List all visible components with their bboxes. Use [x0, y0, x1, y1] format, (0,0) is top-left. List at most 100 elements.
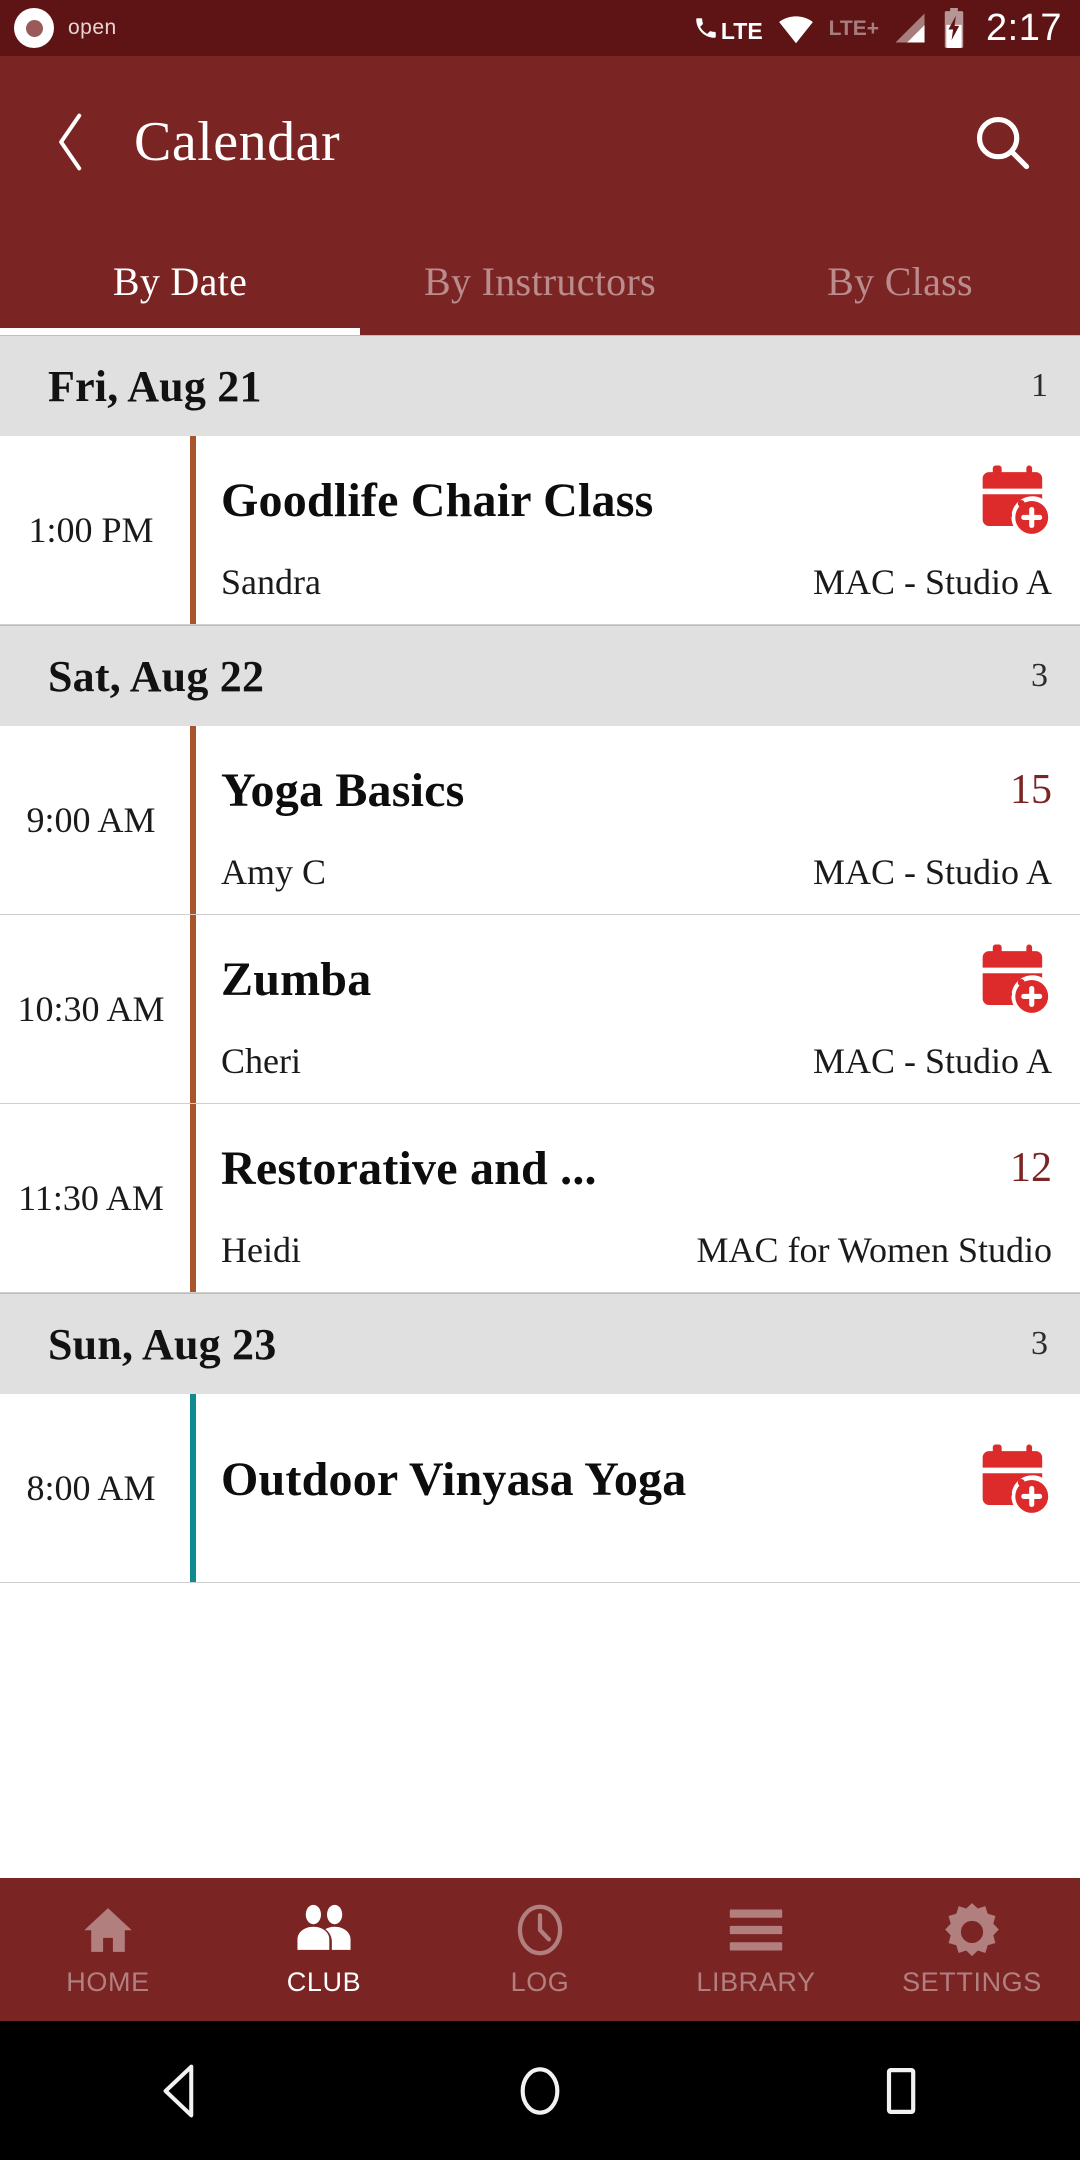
event-detail-row: Heidi MAC for Women Studio	[221, 1229, 1052, 1271]
event-time-column: 8:00 AM	[0, 1394, 190, 1582]
event-title-row: Goodlife Chair Class	[221, 457, 1052, 543]
record-circle-icon	[14, 8, 54, 48]
nav-item-settings[interactable]: SETTINGS	[864, 1878, 1080, 2021]
app-screen: open LTE LTE+ 2:17 Calendar By Date By I…	[0, 0, 1080, 2160]
event-location: MAC - Studio A	[812, 1041, 1052, 1081]
tab-by-class-label: By Class	[827, 258, 973, 304]
square-recents-icon	[886, 2067, 916, 2114]
event-time-column: 10:30 AM	[0, 915, 190, 1103]
android-navigation-bar	[0, 2021, 1080, 2160]
lte-label: LTE	[720, 18, 763, 44]
clock-icon	[513, 1901, 567, 1959]
gear-icon	[943, 1901, 1001, 1959]
event-spots-count: 12	[1010, 1145, 1052, 1191]
status-notification-label: open	[68, 16, 117, 39]
event-location: MAC - Studio A	[812, 562, 1052, 602]
event-location: MAC - Studio A	[812, 852, 1052, 892]
event-title-row: Outdoor Vinyasa Yoga	[221, 1436, 1052, 1522]
event-title-row: Restorative and ... 12	[221, 1125, 1052, 1211]
event-action[interactable]	[966, 457, 1052, 543]
event-detail-row: Sandra MAC - Studio A	[221, 561, 1052, 603]
bottom-navigation: HOME CLUB LOG LIBRARY SETTINGS	[0, 1878, 1080, 2021]
event-detail-row: Cheri MAC - Studio A	[221, 1040, 1052, 1082]
search-button[interactable]	[964, 104, 1040, 180]
day-header: Sun, Aug 23 3	[0, 1293, 1080, 1394]
event-action[interactable]	[966, 936, 1052, 1022]
android-back-button[interactable]	[105, 2021, 255, 2160]
day-header: Fri, Aug 21 1	[0, 335, 1080, 436]
event-title: Yoga Basics	[221, 763, 465, 817]
event-body: Yoga Basics 15 Amy C MAC - Studio A	[196, 726, 1080, 914]
event-time-column: 9:00 AM	[0, 726, 190, 914]
event-title: Zumba	[221, 952, 372, 1006]
search-icon	[976, 116, 1030, 169]
tab-by-date-label: By Date	[112, 258, 248, 304]
lte-plus-label: LTE+	[828, 16, 880, 40]
nav-label-library: LIBRARY	[696, 1967, 816, 1997]
event-row[interactable]: 11:30 AM Restorative and ... 12 Heidi MA…	[0, 1104, 1080, 1293]
event-instructor: Heidi	[221, 1230, 301, 1270]
day-header-count: 3	[1031, 1325, 1048, 1362]
event-title-row: Zumba	[221, 936, 1052, 1022]
nav-label-settings: SETTINGS	[902, 1967, 1042, 1997]
event-time: 10:30 AM	[17, 989, 165, 1029]
status-bar-left: open	[14, 8, 117, 48]
event-body: Zumba Cheri MAC - Studio A	[196, 915, 1080, 1103]
event-instructor: Cheri	[221, 1041, 301, 1081]
tab-bar: By Date By Instructors By Class	[0, 227, 1080, 335]
android-recents-button[interactable]	[825, 2021, 975, 2160]
event-spots-count: 15	[1010, 767, 1052, 813]
page-title: Calendar	[134, 110, 341, 173]
event-location: MAC for Women Studio	[696, 1230, 1052, 1270]
back-button[interactable]	[36, 107, 106, 177]
add-to-calendar-icon	[982, 465, 1049, 534]
event-spots: 12	[966, 1125, 1052, 1211]
nav-item-club[interactable]: CLUB	[216, 1878, 432, 2021]
status-clock: 2:17	[986, 7, 1062, 49]
day-header-count: 3	[1031, 657, 1048, 694]
nav-item-library[interactable]: LIBRARY	[648, 1878, 864, 2021]
tab-by-instructors-label: By Instructors	[424, 258, 656, 304]
nav-label-home: HOME	[66, 1967, 150, 1997]
add-to-calendar-icon	[982, 1444, 1049, 1513]
event-spots: 15	[966, 747, 1052, 833]
day-header-label: Fri, Aug 21	[48, 361, 262, 411]
event-row[interactable]: 1:00 PM Goodlife Chair Class Sandra MAC …	[0, 436, 1080, 625]
tab-by-instructors[interactable]: By Instructors	[360, 227, 720, 335]
circle-home-icon	[520, 2066, 560, 2115]
signal-bars-icon	[895, 13, 925, 43]
event-time-column: 1:00 PM	[0, 436, 190, 624]
event-action[interactable]	[966, 1436, 1052, 1522]
event-time: 8:00 AM	[26, 1468, 156, 1508]
list-icon	[727, 1901, 785, 1959]
event-title: Outdoor Vinyasa Yoga	[221, 1452, 687, 1506]
status-bar: open LTE LTE+ 2:17	[0, 0, 1080, 56]
tab-by-class[interactable]: By Class	[720, 227, 1080, 335]
event-body: Goodlife Chair Class Sandra MAC - Studio…	[196, 436, 1080, 624]
nav-item-home[interactable]: HOME	[0, 1878, 216, 2021]
tab-by-date[interactable]: By Date	[0, 227, 360, 335]
people-icon	[294, 1901, 354, 1959]
event-title: Goodlife Chair Class	[221, 473, 654, 527]
day-header-count: 1	[1031, 367, 1048, 404]
event-row[interactable]: 9:00 AM Yoga Basics 15 Amy C MAC - Studi…	[0, 726, 1080, 915]
event-time-column: 11:30 AM	[0, 1104, 190, 1292]
android-home-button[interactable]	[465, 2021, 615, 2160]
chevron-left-icon	[59, 113, 82, 170]
nav-item-log[interactable]: LOG	[432, 1878, 648, 2021]
event-instructor: Sandra	[221, 562, 321, 602]
event-detail-row: Amy C MAC - Studio A	[221, 851, 1052, 893]
event-row[interactable]: 8:00 AM Outdoor Vinyasa Yoga	[0, 1394, 1080, 1583]
phone-lte-icon: LTE	[693, 13, 763, 43]
day-header-label: Sun, Aug 23	[48, 1319, 277, 1369]
battery-charging-icon	[944, 8, 964, 48]
event-row[interactable]: 10:30 AM Zumba Cheri MAC - Studio A	[0, 915, 1080, 1104]
wifi-icon	[778, 16, 813, 44]
status-bar-right: LTE LTE+ 2:17	[693, 8, 1062, 48]
home-icon	[80, 1901, 136, 1959]
triangle-back-icon	[163, 2064, 194, 2117]
event-title: Restorative and ...	[221, 1141, 597, 1195]
event-title-row: Yoga Basics 15	[221, 747, 1052, 833]
event-time: 1:00 PM	[28, 510, 154, 550]
tab-active-indicator	[0, 328, 360, 335]
